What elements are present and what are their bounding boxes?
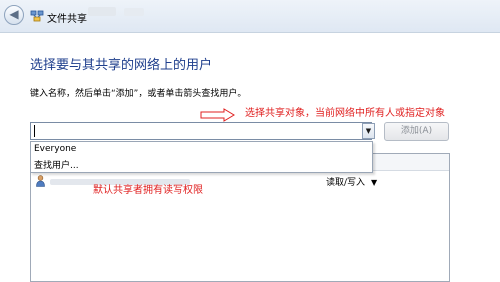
user-dropdown-menu: Everyone 查找用户... [30, 141, 373, 173]
window-title: 文件共享 [47, 14, 87, 25]
user-icon [36, 175, 45, 187]
instruction-text: 键入名称，然后单击“添加”，或者单击箭头查找用户。 [30, 89, 247, 99]
add-button[interactable]: 添加(A) [384, 122, 449, 141]
chevron-down-icon: ▼ [371, 178, 378, 187]
permission-level: 读取/写入 [326, 178, 366, 188]
back-button[interactable]: ◀ [4, 5, 24, 25]
blurred-breadcrumb [124, 8, 144, 16]
dropdown-option-everyone[interactable]: Everyone [34, 144, 76, 154]
annotation-select-target: 选择共享对象，当前网络中所有人或指定对象 [245, 108, 445, 119]
user-name-input[interactable] [30, 122, 372, 140]
page-heading: 选择要与其共享的网络上的用户 [30, 58, 213, 73]
dropdown-option-find-users[interactable]: 查找用户... [34, 158, 79, 171]
title-bar: ◀ 文件共享 [0, 0, 500, 33]
blurred-breadcrumb [88, 7, 116, 16]
network-share-icon [30, 9, 44, 22]
chevron-down-icon[interactable]: ▼ [362, 123, 375, 139]
annotation-permission: 默认共享者拥有读写权限 [93, 185, 203, 196]
annotation-arrow-icon [200, 108, 235, 122]
permission-dropdown[interactable]: 读取/写入 ▼ [326, 175, 377, 188]
text-caret [34, 125, 35, 137]
back-arrow-icon: ◀ [9, 7, 19, 21]
